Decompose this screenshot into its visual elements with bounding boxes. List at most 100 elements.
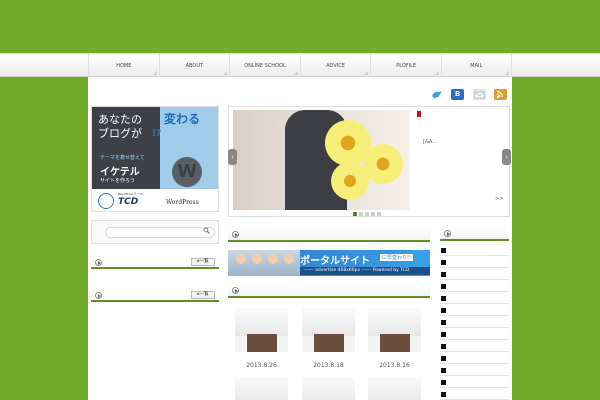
banner-ikeru: イケテル [100,167,140,178]
thumb-skirt [380,334,410,352]
nav-item-profile[interactable]: PLOFILE [370,54,441,77]
nav-item-label: ADVICE [326,62,345,69]
post-thumbnail[interactable] [368,308,421,352]
banner-kawaru-text: 変わる [164,112,201,126]
top-green-bar [0,0,600,53]
post-thumbnail[interactable] [235,377,288,400]
list-button[interactable]: ▸一覧 [191,258,215,266]
post-thumbnail[interactable] [302,377,355,400]
post-thumbnail[interactable] [235,308,288,352]
hatena-bookmark-icon[interactable]: B [451,89,464,100]
slider-marker-icon [417,111,421,117]
list-item[interactable] [440,353,509,364]
post-date: 2013.8.16 [379,362,410,369]
slider-caption[interactable]: [&A... [423,139,437,145]
nav-item-about[interactable]: ABOUT [158,54,230,77]
list-item[interactable] [440,365,509,376]
right-sidebar [440,227,509,400]
slider-dot[interactable] [377,212,381,216]
bullet-icon [441,356,446,361]
nav-item-mail[interactable]: MAIL [440,54,512,77]
banner-sub: テーマを着せ替えて [100,155,145,161]
list-item[interactable] [440,257,509,268]
banner-tcd-small: WordPressテーマ [118,192,143,196]
thumb-shirt [235,308,288,336]
list-item[interactable] [440,269,509,280]
corner-icon [434,71,439,75]
post-thumbnail[interactable] [368,377,421,400]
nav-item-online-school[interactable]: ONLINE SCHOOL [229,54,300,77]
slider-more-link[interactable]: >> [495,196,503,202]
list-item[interactable] [440,341,509,352]
thumb-shirt [368,308,421,336]
slider-dot[interactable] [353,212,357,216]
post-date: 2013.8.18 [313,362,344,369]
banner-line2: ブログが [98,127,142,140]
ad-person [284,254,294,264]
nav-item-label: ABOUT [185,62,204,69]
nav-item-label: HOME [116,62,132,69]
thumb-shirt [302,308,355,336]
bullet-icon [441,392,446,397]
list-button[interactable]: ▸一覧 [191,291,215,299]
bullet-icon [441,248,446,253]
tcd-theme-banner[interactable]: あなたの ブログが 変わる !? W テーマを着せ替えて イケテル サイトを作ろう… [91,106,219,212]
content-area: B あなたの ブログが 変わる !? W テーマを着せ替えて イケテル サイトを作… [88,77,512,400]
wordpress-logo-icon: W [172,157,202,187]
slider-dot[interactable] [365,212,369,216]
corner-icon [504,71,509,75]
flower-image [363,144,403,184]
list-item[interactable] [440,329,509,340]
list-item[interactable] [440,377,509,388]
banner-exclaim: !? [152,129,162,139]
bullet-icon [441,320,446,325]
list-item[interactable] [440,305,509,316]
flower-image [331,162,369,200]
hatena-label: B [454,90,461,98]
thumb-skirt [247,334,277,352]
search-icon[interactable] [203,227,210,236]
nav-item-label: PLOFILE [396,62,417,69]
list-item[interactable] [440,389,509,400]
corner-icon [364,71,369,75]
main-section-header [228,284,430,298]
search-box [91,220,219,244]
slider-photo[interactable] [233,110,410,210]
thumb-shirt [302,377,355,400]
search-input[interactable] [105,227,215,238]
ad-stripe: ------ advertise 468x60px ------ Powered… [300,267,430,275]
bullet-icon [441,284,446,289]
slider-next-button[interactable]: › [502,149,511,165]
mail-icon[interactable] [473,89,486,100]
bird-icon[interactable] [430,89,443,100]
play-icon [232,287,239,294]
slider-dot[interactable] [359,212,363,216]
play-icon [232,231,239,238]
list-item[interactable] [440,293,509,304]
nav-item-home[interactable]: HOME [88,54,159,77]
ad-photo [228,250,300,276]
rss-icon[interactable] [494,89,507,100]
bullet-icon [441,296,446,301]
ad-person [252,254,262,264]
slider-prev-button[interactable]: ‹ [228,149,237,165]
bullet-icon [441,368,446,373]
slider-dot[interactable] [371,212,375,216]
banner-line1: あなたの [98,113,142,126]
bullet-icon [441,380,446,385]
banner-kawaru: 変わる [164,110,200,127]
main-section-header [228,228,430,242]
bullet-icon [441,332,446,337]
nav-item-advice[interactable]: ADVICE [299,54,371,77]
corner-icon [223,71,228,75]
sidebar-widget-header: ▸一覧 [91,256,219,269]
featured-slider: ‹ › [&A... >> [228,106,511,217]
ad-person [236,254,246,264]
ad-banner[interactable]: ポータルサイト に早変わり!! ------ advertise 468x60p… [228,250,430,276]
sidebar-widget-header: ▸一覧 [91,289,219,302]
post-thumbnail[interactable] [302,308,355,352]
bullet-icon [441,260,446,265]
list-item[interactable] [440,245,509,256]
list-item[interactable] [440,281,509,292]
list-item[interactable] [440,317,509,328]
